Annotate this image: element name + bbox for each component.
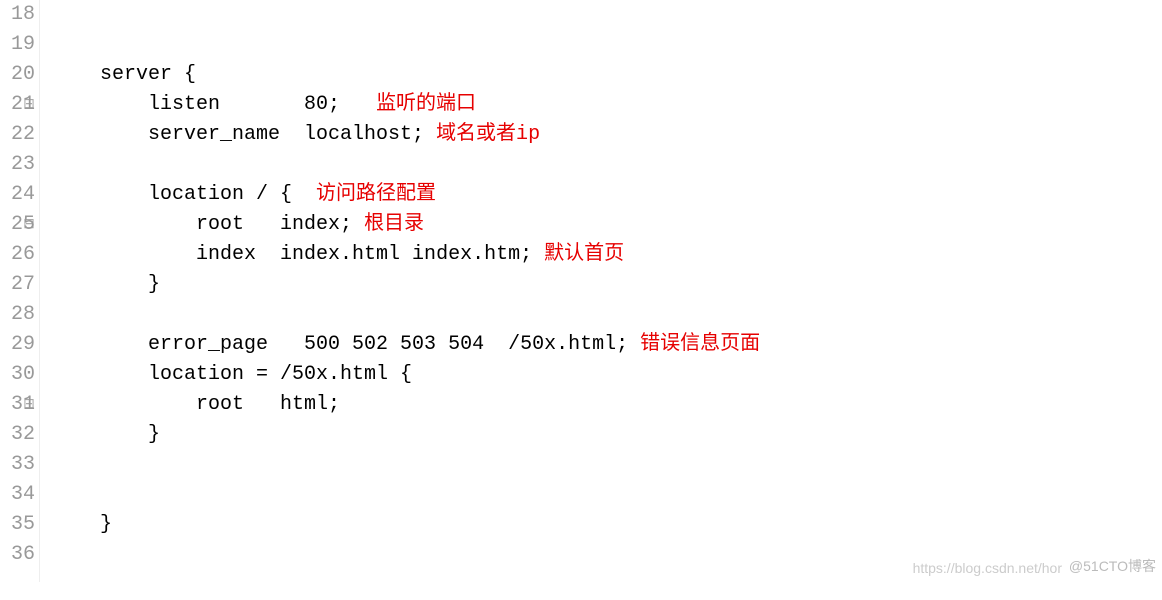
code-line: root index; 根目录 bbox=[52, 210, 1162, 240]
code-annotation: 域名或者ip bbox=[436, 123, 540, 146]
line-number: 33 bbox=[0, 450, 35, 480]
code-annotation: 监听的端口 bbox=[376, 93, 476, 116]
line-number: 21 bbox=[0, 90, 35, 120]
line-number: 34 bbox=[0, 480, 35, 510]
code-line: server_name localhost; 域名或者ip bbox=[52, 120, 1162, 150]
line-number: 27 bbox=[0, 270, 35, 300]
line-number: 36 bbox=[0, 540, 35, 570]
code-line: error_page 500 502 503 504 /50x.html; 错误… bbox=[52, 330, 1162, 360]
code-line bbox=[52, 30, 1162, 60]
code-line: root html; bbox=[52, 390, 1162, 420]
line-number: 32 bbox=[0, 420, 35, 450]
code-line bbox=[52, 480, 1162, 510]
code-text: server_name localhost; bbox=[52, 123, 436, 146]
line-number: 22 bbox=[0, 120, 35, 150]
code-annotation: 错误信息页面 bbox=[640, 333, 760, 356]
code-text: } bbox=[52, 423, 160, 446]
code-line: } bbox=[52, 270, 1162, 300]
code-line bbox=[52, 450, 1162, 480]
code-line: } bbox=[52, 420, 1162, 450]
code-text: server { bbox=[52, 63, 196, 86]
code-line: } bbox=[52, 510, 1162, 540]
line-number: 19 bbox=[0, 30, 35, 60]
code-annotation: 访问路径配置 bbox=[316, 183, 436, 206]
line-number: 18 bbox=[0, 0, 35, 30]
code-text: root index; bbox=[52, 213, 364, 236]
code-line: location / { 访问路径配置 bbox=[52, 180, 1162, 210]
code-line bbox=[52, 0, 1162, 30]
code-line bbox=[52, 150, 1162, 180]
code-area: server { listen 80; 监听的端口 server_name lo… bbox=[40, 0, 1162, 582]
line-number: 24⊟ bbox=[0, 180, 35, 210]
code-text: error_page 500 502 503 504 /50x.html; bbox=[52, 333, 640, 356]
code-annotation: 默认首页 bbox=[544, 243, 624, 266]
code-annotation: 根目录 bbox=[364, 213, 424, 236]
line-number-gutter: 181920⊟21222324⊟252627282930⊟31323334353… bbox=[0, 0, 40, 582]
code-text: index index.html index.htm; bbox=[52, 243, 544, 266]
line-number: 29 bbox=[0, 330, 35, 360]
line-number: 23 bbox=[0, 150, 35, 180]
code-line: server { bbox=[52, 60, 1162, 90]
watermark-url: https://blog.csdn.net/hor bbox=[913, 560, 1062, 576]
watermark-brand: @51CTO博客 bbox=[1069, 556, 1156, 576]
line-number: 28 bbox=[0, 300, 35, 330]
line-number: 20⊟ bbox=[0, 60, 35, 90]
line-number: 30⊟ bbox=[0, 360, 35, 390]
code-line: location = /50x.html { bbox=[52, 360, 1162, 390]
code-text: location / { bbox=[52, 183, 316, 206]
line-number: 35 bbox=[0, 510, 35, 540]
line-number: 26 bbox=[0, 240, 35, 270]
code-line: listen 80; 监听的端口 bbox=[52, 90, 1162, 120]
code-line: index index.html index.htm; 默认首页 bbox=[52, 240, 1162, 270]
code-text: root html; bbox=[52, 393, 340, 416]
line-number: 25 bbox=[0, 210, 35, 240]
code-editor: 181920⊟21222324⊟252627282930⊟31323334353… bbox=[0, 0, 1162, 582]
code-text: listen 80; bbox=[52, 93, 376, 116]
code-line bbox=[52, 300, 1162, 330]
code-text: } bbox=[52, 273, 160, 296]
code-text: location = /50x.html { bbox=[52, 363, 412, 386]
line-number: 31 bbox=[0, 390, 35, 420]
code-text: } bbox=[52, 513, 112, 536]
